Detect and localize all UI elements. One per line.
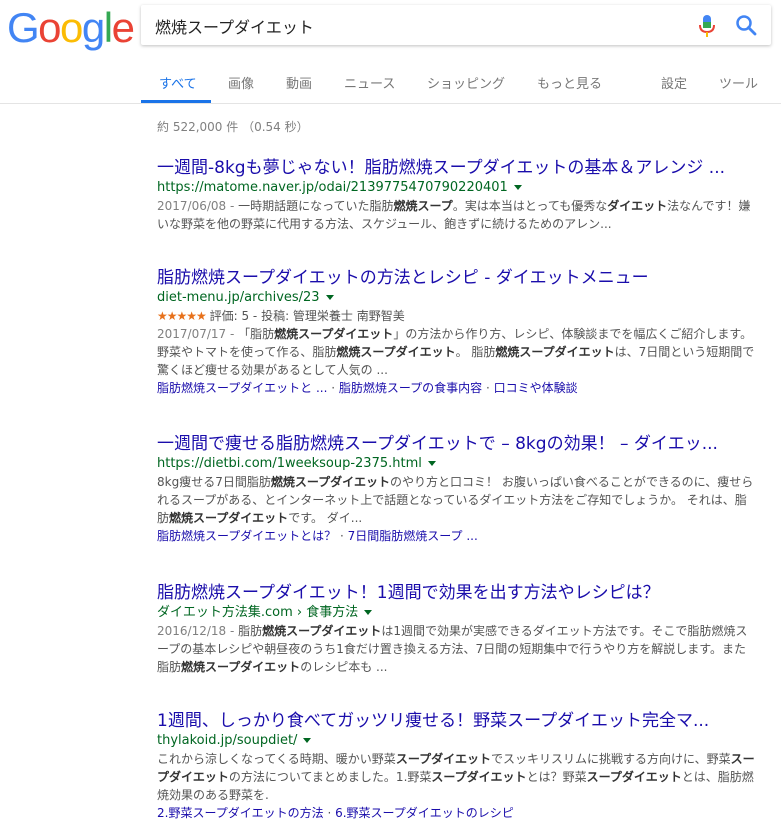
result-url-text: https://dietbi.com/1weeksoup-2375.html [157,456,422,471]
sitelinks: 脂肪燃焼スープダイエットとは？ · 7日間脂肪燃焼スープ ... [157,527,757,545]
result-url-text: ダイエット方法集.com › 食事方法 [157,605,359,620]
separator: · [323,806,336,820]
star-rating-icon: ★★★★★ [157,309,207,323]
sitelink[interactable]: 口コミや体験談 [494,381,578,395]
result-date: 2017/06/08 - [157,199,239,213]
result-stats: 約 522,000 件 （0.54 秒） [157,120,309,134]
snippet-text: これから涼しくなってくる時期、暖かい野菜 [157,752,396,766]
search-input[interactable] [153,5,677,47]
search-result: 脂肪燃焼スープダイエットの方法とレシピ - ダイエットメニュー diet-men… [157,267,757,397]
snippet-text: とは？野菜 [526,770,587,784]
result-date: 2017/07/17 - [157,327,239,341]
result-url-text: diet-menu.jp/archives/23 [157,290,320,305]
active-tab-indicator [141,100,211,103]
dropdown-arrow-icon[interactable] [513,185,522,190]
logo-letter: g [81,4,105,51]
snippet-bold: ダイエット [607,199,668,213]
separator: · [336,529,348,543]
sitelinks: 2.野菜スープダイエットの方法 · 6.野菜スープダイエットのレシピ [157,804,757,822]
tab-shopping[interactable]: ショッピング [427,73,505,92]
result-url: https://matome.naver.jp/odai/21397754707… [157,179,757,197]
sitelinks: 脂肪燃焼スープダイエットと ... · 脂肪燃焼スープの食事内容 · 口コミや体… [157,379,757,397]
snippet-text: でスッキリスリムに挑戦する方向けに、野菜 [490,752,731,766]
sitelink[interactable]: 脂肪燃焼スープダイエットとは？ [157,529,336,543]
result-url: thylakoid.jp/soupdiet/ [157,732,757,750]
result-title-link[interactable]: 1週間、しっかり食べてガッツリ痩せる！野菜スープダイエット完全マ... [157,710,757,732]
snippet-bold: 燃焼スープダイエット [262,624,382,638]
tab-all[interactable]: すべて [159,73,197,92]
result-snippet: 2017/07/17 - 「脂肪燃焼スープダイエット」の方法から作り方、レシピ、… [157,325,757,379]
search-result: 一週間-8kgも夢じゃない！脂肪燃焼スープダイエットの基本＆アレンジ ... h… [157,157,757,233]
logo-letter: l [103,4,113,51]
separator: · [327,381,339,395]
sitelink[interactable]: 7日間脂肪燃焼スープ ... [348,529,478,543]
search-result: 1週間、しっかり食べてガッツリ痩せる！野菜スープダイエット完全マ... thyl… [157,710,757,822]
dropdown-arrow-icon[interactable] [364,610,373,615]
result-url: ダイエット方法集.com › 食事方法 [157,604,757,622]
sitelink[interactable]: 6.野菜スープダイエットのレシピ [335,806,514,820]
result-snippet: 2016/12/18 - 脂肪燃焼スープダイエットは1週間で効果が実感できるダイ… [157,622,757,676]
tab-images[interactable]: 画像 [228,73,254,92]
search-icon[interactable] [735,14,757,36]
tab-more[interactable]: もっと見る [537,73,602,92]
result-date: 2016/12/18 - [157,624,239,638]
sitelink[interactable]: 脂肪燃焼スープの食事内容 [339,381,482,395]
result-title-link[interactable]: 一週間で痩せる脂肪燃焼スープダイエットで – 8kgの効果！ – ダイエッ... [157,433,757,455]
header: Google すべて 画像 動画 ニュース ショッピング もっと見る 設定 ツー… [0,0,781,104]
result-url: https://dietbi.com/1weeksoup-2375.html [157,455,757,473]
settings-link[interactable]: 設定 [661,73,687,92]
search-result: 一週間で痩せる脂肪燃焼スープダイエットで – 8kgの効果！ – ダイエッ...… [157,433,757,545]
snippet-text: 。 脂肪 [455,345,496,359]
sitelink[interactable]: 脂肪燃焼スープダイエットと ... [157,381,327,395]
result-snippet: これから涼しくなってくる時期、暖かい野菜スープダイエットでスッキリスリムに挑戦す… [157,750,757,804]
dropdown-arrow-icon[interactable] [303,738,312,743]
dropdown-arrow-icon[interactable] [325,295,334,300]
sitelink[interactable]: 2.野菜スープダイエットの方法 [157,806,324,820]
logo-letter: e [111,4,135,51]
result-url-text: https://matome.naver.jp/odai/21397754707… [157,180,508,195]
snippet-bold: 燃焼スープダイエット [274,327,394,341]
snippet-text: 8kg痩せる7日間脂肪 [157,475,271,489]
snippet-text: 一時期話題になっていた脂肪 [238,199,394,213]
snippet-bold: 燃焼スープダイエット [270,475,391,489]
result-title-link[interactable]: 脂肪燃焼スープダイエットの方法とレシピ - ダイエットメニュー [157,267,757,289]
snippet-bold: 燃焼スープ [393,199,453,213]
snippet-text: です。 ダイ... [288,511,363,525]
tools-link[interactable]: ツール [719,73,758,92]
result-snippet: 2017/06/08 - 一時期話題になっていた脂肪燃焼スープ。実は本当はとって… [157,197,757,233]
rating-line: ★★★★★ 評価: 5 - 投稿: 管理栄養士 南野智美 [157,307,757,325]
snippet-bold: スープダイエット [395,752,491,766]
snippet-bold: スープダイエット [586,770,682,784]
google-logo[interactable]: Google [7,4,135,52]
tab-videos[interactable]: 動画 [286,73,312,92]
result-snippet: 8kg痩せる7日間脂肪燃焼スープダイエットのやり方と口コミ！ お腹いっぱい食べる… [157,473,757,527]
search-result: 脂肪燃焼スープダイエット！1週間で効果を出す方法やレシピは？ ダイエット方法集.… [157,582,757,676]
search-box [141,5,771,47]
logo-letter: o [38,4,61,51]
snippet-bold: 燃焼スープダイエット [181,660,301,674]
microphone-icon[interactable] [697,15,717,37]
tab-news[interactable]: ニュース [344,73,395,92]
rating-text: 評価: 5 - 投稿: 管理栄養士 南野智美 [205,309,405,323]
snippet-text: のレシピ本も ... [300,660,388,674]
snippet-text: 「脂肪 [238,327,275,341]
snippet-text: 脂肪 [238,624,263,638]
snippet-bold: 燃焼スープダイエット [169,511,289,525]
separator: · [482,381,494,395]
dropdown-arrow-icon[interactable] [427,461,436,466]
snippet-text: の方法についてまとめました。1.野菜 [228,770,432,784]
result-title-link[interactable]: 一週間-8kgも夢じゃない！脂肪燃焼スープダイエットの基本＆アレンジ ... [157,157,757,179]
snippet-bold: 燃焼スープダイエット [495,345,615,359]
snippet-text: 。実は本当はとっても優秀な [452,199,608,213]
snippet-bold: スープダイエット [431,770,527,784]
logo-letter: G [7,4,40,51]
result-url-text: thylakoid.jp/soupdiet/ [157,733,298,748]
result-url: diet-menu.jp/archives/23 [157,289,757,307]
snippet-bold: 燃焼スープダイエット [336,345,456,359]
result-title-link[interactable]: 脂肪燃焼スープダイエット！1週間で効果を出す方法やレシピは？ [157,582,757,604]
logo-letter: o [60,4,83,51]
